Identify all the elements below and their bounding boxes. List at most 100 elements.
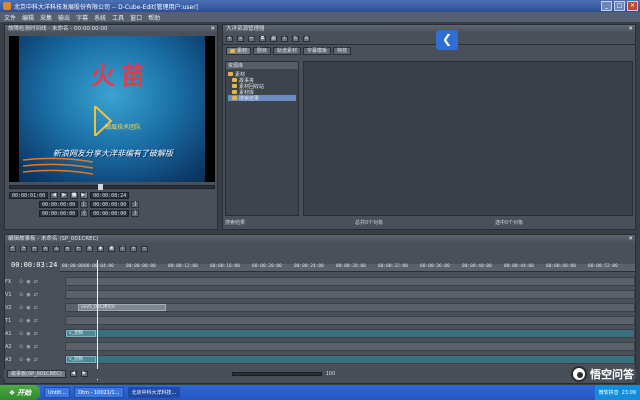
tab-track-clips[interactable]: 轨道素材 (273, 47, 302, 55)
eye-icon[interactable]: ◉ (26, 279, 30, 285)
playhead[interactable] (97, 260, 98, 380)
back-icon[interactable]: ❮ (436, 30, 458, 50)
lock-icon[interactable]: ⊙ (19, 318, 23, 324)
close-icon[interactable]: ✕ (628, 235, 633, 244)
zoom-slider[interactable] (231, 372, 322, 376)
close-icon[interactable]: ✕ (628, 25, 633, 34)
tab-programs[interactable]: 剧目 (253, 47, 272, 55)
mark-out-button[interactable]: ] (131, 201, 140, 208)
delete-icon[interactable]: × (42, 246, 49, 252)
tab-clips[interactable]: 素材 (226, 47, 252, 55)
menu-capture[interactable]: 采集 (40, 13, 52, 22)
track-lane[interactable] (65, 290, 635, 299)
track-lane[interactable] (65, 316, 635, 325)
track-lane[interactable]: v_音频 (65, 355, 635, 364)
new-folder-icon[interactable]: + (226, 36, 233, 42)
speaker-icon[interactable]: ◉ (26, 331, 30, 337)
list-view-icon[interactable]: ≡ (303, 36, 310, 42)
menu-system[interactable]: 系统 (94, 13, 106, 22)
sync-icon[interactable]: ⇄ (34, 292, 38, 298)
menu-edit[interactable]: 编辑 (22, 13, 34, 22)
eye-icon[interactable]: ◉ (26, 318, 30, 324)
taskbar-item-app[interactable]: 北京中科大洋科技... (127, 387, 181, 398)
redo-icon[interactable]: ↷ (20, 246, 27, 252)
lock-icon[interactable]: ⊙ (19, 279, 23, 285)
clip[interactable]: v_音频 (66, 356, 96, 363)
snap-icon[interactable]: ⊥ (53, 246, 60, 252)
video-monitor[interactable]: 火苗 眼眉技术团队 新浪网友分享大洋非编有了破解版 (9, 36, 215, 182)
mark-in-button[interactable]: [ (80, 201, 89, 208)
zoom-out-icon[interactable]: − (141, 246, 148, 252)
link-icon[interactable]: ∞ (64, 246, 71, 252)
prev-frame-button[interactable]: ◀ (50, 192, 59, 199)
sync-icon[interactable]: ⇄ (34, 305, 38, 311)
preview-scrubber[interactable] (9, 184, 215, 190)
ripple-icon[interactable]: ≋ (86, 246, 93, 252)
copy-icon[interactable]: ⧉ (259, 36, 266, 42)
ime-indicator[interactable]: 微软拼音 (599, 389, 619, 396)
menu-help[interactable]: 帮助 (148, 13, 160, 22)
play-button[interactable]: ▶ (60, 192, 69, 199)
refresh-icon[interactable]: ↻ (292, 36, 299, 42)
undo-icon[interactable]: ↶ (9, 246, 16, 252)
timecode-duration[interactable]: 00:00:00:24 (90, 192, 130, 199)
delete-icon[interactable]: × (237, 36, 244, 42)
sync-icon[interactable]: ⇄ (34, 318, 38, 324)
clip[interactable]: vvv5_02C拷贝0 (78, 304, 166, 311)
timecode-b[interactable]: 00:00:00:00 (90, 210, 130, 217)
search-icon[interactable]: ⌕ (281, 36, 288, 42)
minimize-button[interactable]: _ (601, 1, 612, 11)
goto-in-button[interactable]: { (80, 210, 89, 217)
tab-title-templates[interactable]: 字幕模板 (303, 47, 332, 55)
stop-button[interactable]: ■ (70, 192, 79, 199)
menu-tools[interactable]: 工具 (112, 13, 124, 22)
track-lane[interactable] (65, 342, 635, 351)
lock-icon[interactable]: ⊙ (19, 357, 23, 363)
timecode-mark-out[interactable]: 00:00:00:00 (90, 201, 130, 208)
track-lane[interactable]: vvv5_02C拷贝0 (65, 303, 635, 312)
trim-icon[interactable]: ⊢ (75, 246, 82, 252)
audio-mix-icon[interactable]: ♪ (119, 246, 126, 252)
zoom-in-icon[interactable]: + (130, 246, 137, 252)
razor-icon[interactable]: ✂ (31, 246, 38, 252)
timeline-ruler[interactable]: 00:00:00 00:00:04:00 00:00:08:00 00:00:1… (60, 264, 635, 272)
tab-effects[interactable]: 特技 (333, 47, 352, 55)
start-button[interactable]: ❖ 开始 (0, 385, 40, 400)
render-icon[interactable]: ▣ (108, 246, 115, 252)
taskbar-item-untitled[interactable]: Untitl... (44, 387, 71, 398)
speaker-icon[interactable]: ◉ (26, 344, 30, 350)
lock-icon[interactable]: ⊙ (19, 305, 23, 311)
marker-icon[interactable]: ◆ (97, 246, 104, 252)
next-icon[interactable]: ▶ (80, 371, 88, 377)
cut-icon[interactable]: ✂ (248, 36, 255, 42)
goto-out-button[interactable]: } (131, 210, 140, 217)
eye-icon[interactable]: ◉ (26, 292, 30, 298)
lock-icon[interactable]: ⊙ (19, 344, 23, 350)
prev-icon[interactable]: ◀ (69, 371, 77, 377)
close-button[interactable]: ✕ (627, 1, 638, 11)
track-lane[interactable]: v_音频 (65, 329, 635, 338)
speaker-icon[interactable]: ◉ (26, 357, 30, 363)
eye-icon[interactable]: ◉ (26, 305, 30, 311)
lock-icon[interactable]: ⊙ (19, 292, 23, 298)
track-lane[interactable] (65, 277, 635, 286)
sync-icon[interactable]: ⇄ (34, 331, 38, 337)
current-timecode[interactable]: 00:00:03:24 (11, 261, 57, 269)
paste-icon[interactable]: ▤ (270, 36, 277, 42)
taskbar-item-dtm[interactable]: Dtm - 10021/1... (74, 387, 124, 398)
tree-item-search[interactable]: 搜索结果 (228, 95, 296, 102)
sync-icon[interactable]: ⇄ (34, 279, 38, 285)
timecode-a[interactable]: 00:00:00:00 (39, 210, 79, 217)
tab-storyboard[interactable]: 故事板(SP_001CREC) (7, 370, 66, 378)
close-icon[interactable]: ✕ (210, 25, 215, 34)
lock-icon[interactable]: ⊙ (19, 331, 23, 337)
resource-content[interactable] (303, 61, 633, 216)
menu-file[interactable]: 文件 (4, 13, 16, 22)
next-frame-button[interactable]: ▶| (80, 192, 89, 199)
menu-titles[interactable]: 字幕 (76, 13, 88, 22)
menu-window[interactable]: 窗口 (130, 13, 142, 22)
clip[interactable]: v_音频 (66, 330, 96, 337)
maximize-button[interactable]: □ (614, 1, 625, 11)
menu-output[interactable]: 输出 (58, 13, 70, 22)
timecode-mark-in[interactable]: 00:00:00:00 (39, 201, 79, 208)
